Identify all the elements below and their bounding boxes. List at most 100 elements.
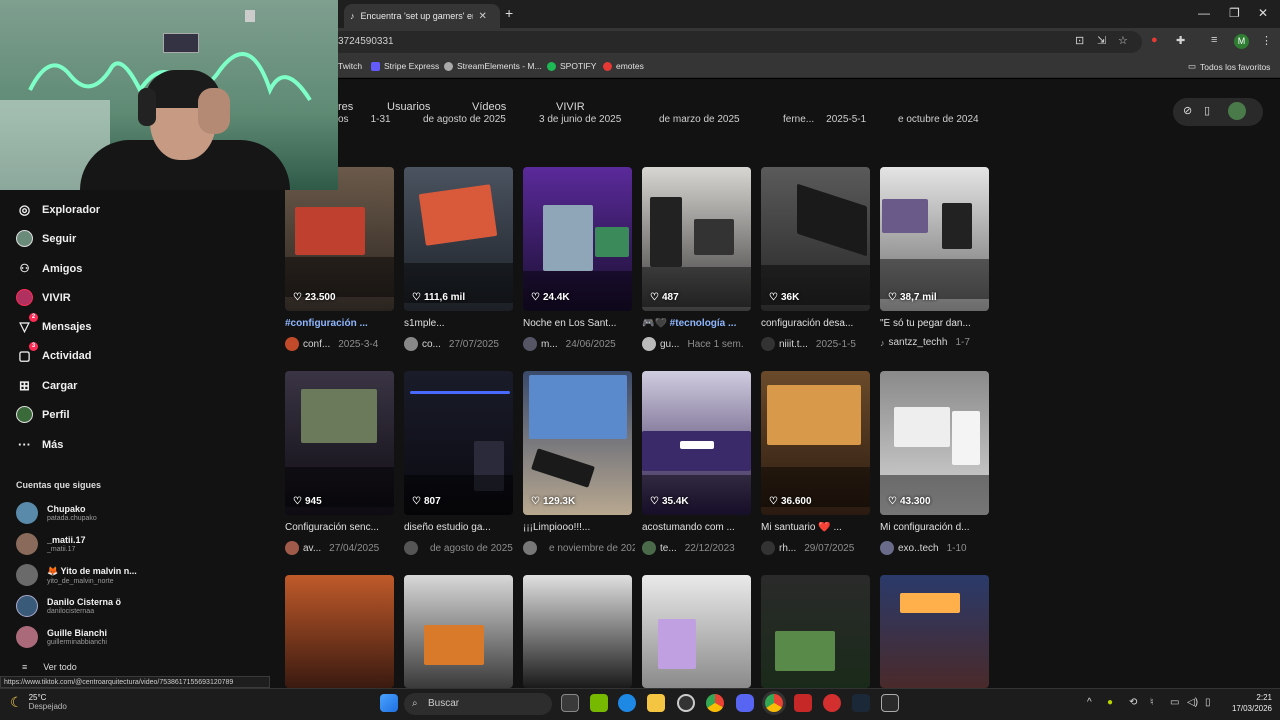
video-thumbnail[interactable] (761, 575, 870, 688)
video-thumbnail[interactable] (285, 575, 394, 688)
video-thumbnail[interactable] (523, 371, 632, 515)
video-thumbnail[interactable] (404, 575, 513, 688)
video-caption[interactable]: Mi configuración d... (880, 522, 992, 533)
extensions-puzzle-icon[interactable]: ✚ (1176, 34, 1185, 47)
taskbar-search[interactable]: ⌕ Buscar (404, 693, 552, 715)
system-clock[interactable]: 2:21 17/03/2026 (1222, 692, 1272, 714)
volume-icon[interactable]: ◁) (1187, 697, 1198, 708)
video-thumbnail[interactable] (642, 167, 751, 311)
author-avatar[interactable] (761, 541, 775, 555)
battery-icon[interactable]: ▯ (1205, 697, 1211, 708)
video-caption[interactable]: s1mple... (404, 318, 516, 329)
author-avatar[interactable] (404, 541, 418, 555)
bookmark-emotes[interactable]: emotes (603, 61, 644, 71)
followed-account[interactable]: Chupako patada.chupako (16, 502, 97, 524)
video-thumbnail[interactable] (761, 167, 870, 311)
device-icon[interactable]: ▯ (1204, 104, 1210, 117)
chrome-active-icon[interactable] (765, 694, 783, 712)
file-explorer-icon[interactable] (647, 694, 665, 712)
video-thumbnail[interactable] (761, 371, 870, 515)
weather-widget[interactable]: ☾ 25°C Despejado (10, 693, 67, 711)
video-thumbnail[interactable] (880, 167, 989, 311)
video-caption[interactable]: 🎮🖤 #tecnología ... (642, 318, 754, 329)
github-icon[interactable] (677, 694, 695, 712)
author-avatar[interactable] (761, 337, 775, 351)
tray-app-icon[interactable]: ● (1107, 697, 1113, 708)
author-avatar[interactable] (285, 541, 299, 555)
maximize-icon[interactable]: ❐ (1229, 6, 1240, 20)
video-thumbnail[interactable] (285, 371, 394, 515)
author-avatar[interactable] (523, 541, 537, 555)
chrome-icon[interactable] (706, 694, 724, 712)
nvidia-icon[interactable] (590, 694, 608, 712)
followed-account[interactable]: 🦊 Yito de malvin n... yito_de_malvin_nort… (16, 564, 137, 586)
author-avatar[interactable] (642, 541, 656, 555)
profile-avatar-icon[interactable]: M (1234, 34, 1249, 49)
see-all-link[interactable]: ≡ Ver todo (22, 662, 77, 672)
task-view-icon[interactable] (561, 694, 579, 712)
microphone-icon[interactable]: ♮ (1150, 697, 1154, 708)
media-control-icon[interactable]: ≡ (1211, 34, 1217, 46)
author-avatar[interactable] (523, 337, 537, 351)
bookmark-stripe[interactable]: Stripe Express (371, 61, 439, 71)
sidebar-item-profile[interactable]: Perfil (16, 406, 70, 423)
user-avatar[interactable] (1228, 102, 1246, 120)
video-thumbnail[interactable] (523, 167, 632, 311)
tab-users[interactable]: Usuarios (387, 101, 430, 113)
video-caption[interactable]: ¡¡¡Limpiooo!!!... (523, 522, 635, 533)
browser-tab[interactable]: ♪ Encuentra 'set up gamers' en TikTok ✕ (344, 4, 500, 28)
author-avatar[interactable] (642, 337, 656, 351)
followed-account[interactable]: Guille Bianchi guillerminabbianchi (16, 626, 107, 648)
tab-live[interactable]: VIVIR (556, 101, 585, 113)
tray-sync-icon[interactable]: ⟲ (1129, 697, 1137, 708)
video-caption[interactable]: #configuración ... (285, 318, 397, 329)
steam-icon[interactable] (852, 694, 870, 712)
install-app-icon[interactable]: ⇲ (1097, 34, 1106, 47)
close-window-icon[interactable]: ✕ (1258, 6, 1268, 20)
video-caption[interactable]: Mi santuario ❤️ ... (761, 522, 873, 533)
bookmark-spotify[interactable]: SPOTIFY (547, 61, 596, 71)
bookmark-twitch[interactable]: Twitch (338, 61, 362, 71)
author-avatar[interactable] (285, 337, 299, 351)
tab-close-icon[interactable]: ✕ (479, 11, 487, 22)
sidebar-item-activity[interactable]: ▢ 3 Actividad (16, 342, 92, 364)
sidebar-item-friends[interactable]: ⚇ Amigos (16, 260, 83, 277)
sidebar-item-live[interactable]: VIVIR (16, 289, 71, 306)
tab-top-results[interactable]: res (338, 101, 353, 113)
video-caption[interactable]: "É só tu pegar dan... (880, 318, 992, 329)
bookmark-star-icon[interactable]: ☆ (1118, 34, 1128, 47)
coins-icon[interactable]: ⊘ (1183, 104, 1192, 117)
author-avatar[interactable] (880, 541, 894, 555)
windows-start-icon[interactable] (380, 694, 398, 712)
author-avatar[interactable] (404, 337, 418, 351)
followed-account[interactable]: _matii.17 _matii.17 (16, 533, 86, 555)
new-tab-icon[interactable]: + (505, 5, 513, 21)
sidebar-item-following[interactable]: Seguir (16, 230, 76, 247)
record-app-icon[interactable] (823, 694, 841, 712)
network-icon[interactable]: ▭ (1170, 697, 1179, 708)
video-thumbnail[interactable] (880, 371, 989, 515)
sidebar-item-upload[interactable]: ⊞ Cargar (16, 377, 77, 394)
tray-chevron-icon[interactable]: ^ (1087, 697, 1092, 708)
video-thumbnail[interactable] (404, 167, 513, 311)
sidebar-item-messages[interactable]: ▽ 2 Mensajes (16, 313, 92, 335)
video-caption[interactable]: Configuración senc... (285, 522, 397, 533)
discord-icon[interactable] (736, 694, 754, 712)
video-thumbnail[interactable] (642, 371, 751, 515)
translate-icon[interactable]: ⊡ (1075, 34, 1084, 47)
followed-account[interactable]: Danilo Cisterna ö danilocisternaa (16, 595, 121, 617)
video-thumbnail[interactable] (404, 371, 513, 515)
tab-videos[interactable]: Vídeos (472, 101, 506, 113)
bookmark-streamelements[interactable]: StreamElements - M... (444, 61, 542, 71)
video-caption[interactable]: acostumando com ... (642, 522, 754, 533)
video-caption[interactable]: configuración desa... (761, 318, 873, 329)
minimize-icon[interactable]: — (1198, 6, 1210, 20)
video-thumbnail[interactable] (523, 575, 632, 688)
sidebar-item-explore[interactable]: ◎ Explorador (16, 201, 100, 218)
all-bookmarks[interactable]: ▭ Todos los favoritos (1188, 61, 1270, 72)
video-caption[interactable]: Noche en Los Sant... (523, 318, 635, 329)
app-icon[interactable] (881, 694, 899, 712)
address-bar[interactable]: 3724590331 (330, 31, 1142, 53)
video-caption[interactable]: diseño estudio ga... (404, 522, 516, 533)
video-thumbnail[interactable] (880, 575, 989, 688)
